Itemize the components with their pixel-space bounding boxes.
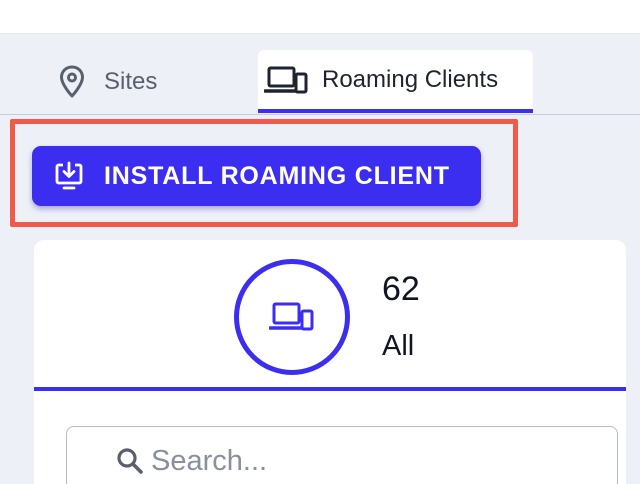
search-box [66,426,618,484]
top-bar [0,0,640,34]
search-icon [115,446,145,476]
tab-roaming-clients[interactable]: Roaming Clients [258,50,533,113]
devices-icon [269,301,315,333]
install-roaming-client-button[interactable]: INSTALL ROAMING CLIENT [32,146,481,206]
stat-filter-all[interactable]: 62 All [34,240,626,391]
download-to-device-icon [54,161,84,191]
tab-sites[interactable]: Sites [40,50,175,113]
stat-count: 62 [382,270,420,308]
devices-icon [264,65,308,95]
install-button-label: INSTALL ROAMING CLIENT [104,161,450,190]
stat-icon-circle [234,259,350,375]
tab-roaming-clients-label: Roaming Clients [322,65,499,93]
tab-bar: Sites Roaming Clients [0,34,640,115]
location-pin-icon [58,65,86,99]
roaming-clients-card: 62 All [34,240,626,484]
tab-sites-label: Sites [104,67,158,95]
stat-label: All [382,330,415,362]
search-input[interactable] [151,444,581,478]
